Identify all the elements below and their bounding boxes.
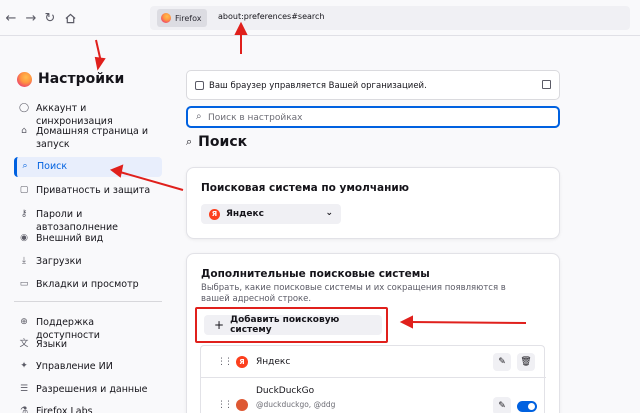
sidebar-item-permissions[interactable]: ☰ Разрешения и данные — [14, 380, 162, 399]
drag-handle-icon[interactable]: ⋮⋮ — [217, 357, 233, 367]
yandex-icon: Я — [236, 356, 248, 368]
key-icon: ⚷ — [20, 209, 28, 219]
edit-engine-button[interactable]: ✎ — [493, 353, 511, 371]
reload-icon: ↻ — [44, 10, 56, 26]
organization-notice: Ваш браузер управляется Вашей организаци… — [186, 70, 560, 100]
settings-search[interactable]: ⌕ — [186, 106, 560, 128]
home-icon — [65, 13, 75, 23]
sidebar-item-labs[interactable]: ⚗ Firefox Labs — [14, 402, 162, 413]
search-icon: ⌕ — [22, 161, 28, 171]
pencil-icon: ✎ — [498, 357, 506, 367]
sidebar-item-label: Загрузки — [36, 256, 82, 267]
engine-enabled-toggle[interactable] — [517, 401, 537, 412]
sidebar-item-downloads[interactable]: ⤓ Загрузки — [14, 252, 162, 271]
sidebar-item-label: Разрешения и данные — [36, 384, 148, 395]
settings-search-input[interactable] — [208, 110, 548, 125]
table-row[interactable]: ⋮⋮ Я Яндекс ✎ 🗑 — [201, 346, 546, 378]
back-button[interactable]: ← — [2, 9, 20, 27]
arrow-right-icon: → — [25, 10, 37, 26]
identity-label: Firefox — [175, 13, 202, 23]
sidebar-item-label: Поиск — [37, 161, 68, 172]
accessibility-icon: ⊕ — [20, 317, 28, 327]
sidebar-item-label: Домашняя страница и запуск — [36, 126, 149, 150]
search-icon: ⌕ — [186, 135, 193, 148]
identity-box[interactable]: Firefox — [157, 9, 208, 27]
sidebar-item-tabs[interactable]: ▭ Вкладки и просмотр — [14, 275, 162, 294]
sidebar-item-ai[interactable]: ✦ Управление ИИ — [14, 357, 162, 376]
home-button[interactable] — [61, 9, 79, 27]
permissions-icon: ☰ — [19, 384, 29, 394]
search-engine-list: ⋮⋮ Я Яндекс ✎ 🗑 ⋮⋮ DuckDuckGo @duckduckg… — [200, 345, 546, 413]
chevron-down-icon: ⌄ — [325, 208, 333, 218]
organization-notice-text: Ваш браузер управляется Вашей организаци… — [209, 81, 427, 91]
open-external-icon[interactable] — [542, 80, 551, 89]
sidebar-divider — [14, 301, 162, 302]
search-icon: ⌕ — [196, 111, 202, 122]
default-engine-heading: Поисковая система по умолчанию — [201, 182, 409, 194]
forward-button[interactable]: → — [22, 9, 40, 27]
default-engine-card: Поисковая система по умолчанию Я Яндекс … — [186, 167, 560, 239]
firefox-logo-icon — [17, 71, 32, 87]
default-engine-value: Яндекс — [226, 209, 264, 219]
sidebar-item-label: Firefox Labs — [36, 406, 93, 413]
account-icon: ◯ — [18, 103, 30, 113]
sidebar-item-label: Приватность и защита — [36, 185, 151, 196]
pencil-icon: ✎ — [498, 401, 506, 411]
yandex-icon: Я — [209, 208, 220, 220]
table-row[interactable]: ⋮⋮ DuckDuckGo @duckduckgo, @ddg ✎ — [201, 378, 546, 413]
ai-icon: ✦ — [20, 361, 28, 371]
labs-icon: ⚗ — [19, 406, 29, 413]
sidebar-item-label: Языки — [36, 339, 68, 350]
sidebar-item-label: Внешний вид — [36, 233, 104, 244]
trash-icon: 🗑 — [520, 357, 532, 367]
download-icon: ⤓ — [22, 256, 26, 266]
edit-engine-button[interactable]: ✎ — [493, 397, 511, 413]
page-title-text: Поиск — [198, 134, 248, 150]
additional-engines-heading: Дополнительные поисковые системы — [201, 268, 430, 280]
lock-icon: ▢ — [19, 185, 29, 195]
additional-engines-description: Выбрать, какие поисковые системы и их со… — [201, 283, 506, 304]
url-text: about:preferences#search — [218, 12, 325, 21]
language-icon: 文 — [19, 339, 29, 349]
policy-icon — [195, 81, 204, 90]
engine-name: DuckDuckGo — [256, 386, 315, 396]
firefox-logo-icon — [161, 13, 171, 23]
sidebar-item-appearance[interactable]: ◉ Внешний вид — [14, 229, 162, 248]
arrow-left-icon: ← — [5, 10, 17, 26]
reload-button[interactable]: ↻ — [41, 9, 59, 27]
eye-icon: ◉ — [20, 233, 28, 243]
page-title: ⌕ Поиск — [186, 134, 247, 150]
annotation-highlight-box — [195, 307, 388, 343]
sidebar-item-label: Управление ИИ — [36, 361, 113, 372]
drag-handle-icon[interactable]: ⋮⋮ — [217, 400, 233, 410]
sidebar-title-text: Настройки — [38, 71, 125, 87]
sidebar-item-privacy[interactable]: ▢ Приватность и защита — [14, 181, 162, 200]
sidebar-item-label: Вкладки и просмотр — [36, 279, 139, 290]
delete-engine-button[interactable]: 🗑 — [517, 353, 535, 371]
tabs-icon: ▭ — [19, 279, 29, 289]
sidebar-item-home[interactable]: ⌂ Домашняя страница и запуск — [14, 122, 162, 154]
engine-alias: @duckduckgo, @ddg — [256, 400, 336, 409]
duckduckgo-icon — [236, 399, 248, 411]
default-engine-select[interactable]: Я Яндекс ⌄ — [201, 204, 341, 224]
sidebar-title: Настройки — [17, 71, 124, 87]
sidebar-item-search[interactable]: ⌕ Поиск — [14, 157, 162, 177]
engine-name: Яндекс — [256, 357, 291, 367]
home-icon: ⌂ — [21, 126, 27, 136]
sidebar: Настройки ◯ Аккаунт и синхронизация ⌂ До… — [0, 37, 175, 413]
browser-toolbar: ← → ↻ Firefox about:preferences#search — [0, 0, 640, 36]
url-bar[interactable]: Firefox about:preferences#search — [150, 6, 630, 30]
sidebar-item-languages[interactable]: 文 Языки — [14, 335, 162, 354]
